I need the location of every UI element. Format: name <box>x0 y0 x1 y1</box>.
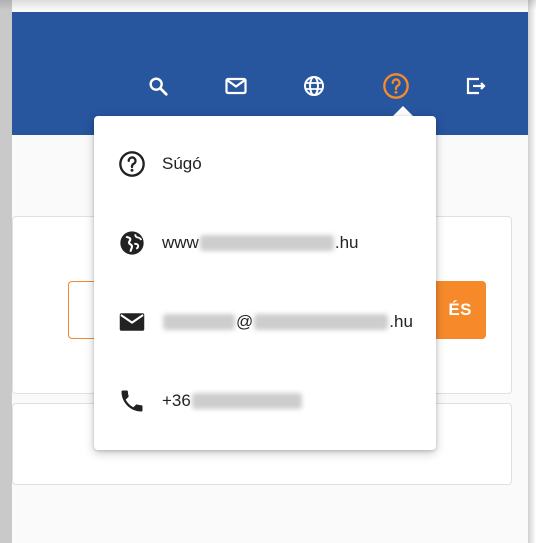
phone-icon <box>116 385 148 417</box>
email-link: @ .hu <box>162 312 413 332</box>
website-suffix: .hu <box>334 233 359 252</box>
email-at: @ <box>236 312 254 331</box>
search-icon[interactable] <box>144 72 172 100</box>
menu-item-help[interactable]: Súgó <box>94 138 436 190</box>
redacted-phone-number <box>191 393 302 409</box>
phone-prefix: +36 <box>162 391 191 410</box>
mail-icon[interactable] <box>222 72 250 100</box>
search-button-label: ÉS <box>448 300 472 319</box>
window-shadow <box>528 0 536 543</box>
redacted-email-domain <box>254 314 389 330</box>
search-button[interactable]: ÉS <box>432 281 486 339</box>
menu-item-email[interactable]: @ .hu <box>94 296 436 348</box>
window-shadow-top <box>0 0 536 10</box>
globe-icon <box>116 227 148 259</box>
website-link: www .hu <box>162 233 358 253</box>
help-dropdown-menu: Súgó www .hu @ .hu +36 <box>94 116 436 450</box>
website-prefix: www <box>162 233 199 252</box>
menu-item-website[interactable]: www .hu <box>94 217 436 269</box>
logout-icon[interactable] <box>462 72 490 100</box>
redacted-email-user <box>163 314 235 330</box>
email-suffix: .hu <box>389 312 413 331</box>
redacted-domain <box>199 235 334 251</box>
help-circle-icon <box>116 148 148 180</box>
globe-icon[interactable] <box>300 72 328 100</box>
menu-item-phone[interactable]: +36 <box>94 375 436 427</box>
phone-link: +36 <box>162 391 303 411</box>
menu-item-help-label: Súgó <box>162 154 202 173</box>
help-icon[interactable] <box>382 72 410 100</box>
mail-icon <box>116 306 148 338</box>
